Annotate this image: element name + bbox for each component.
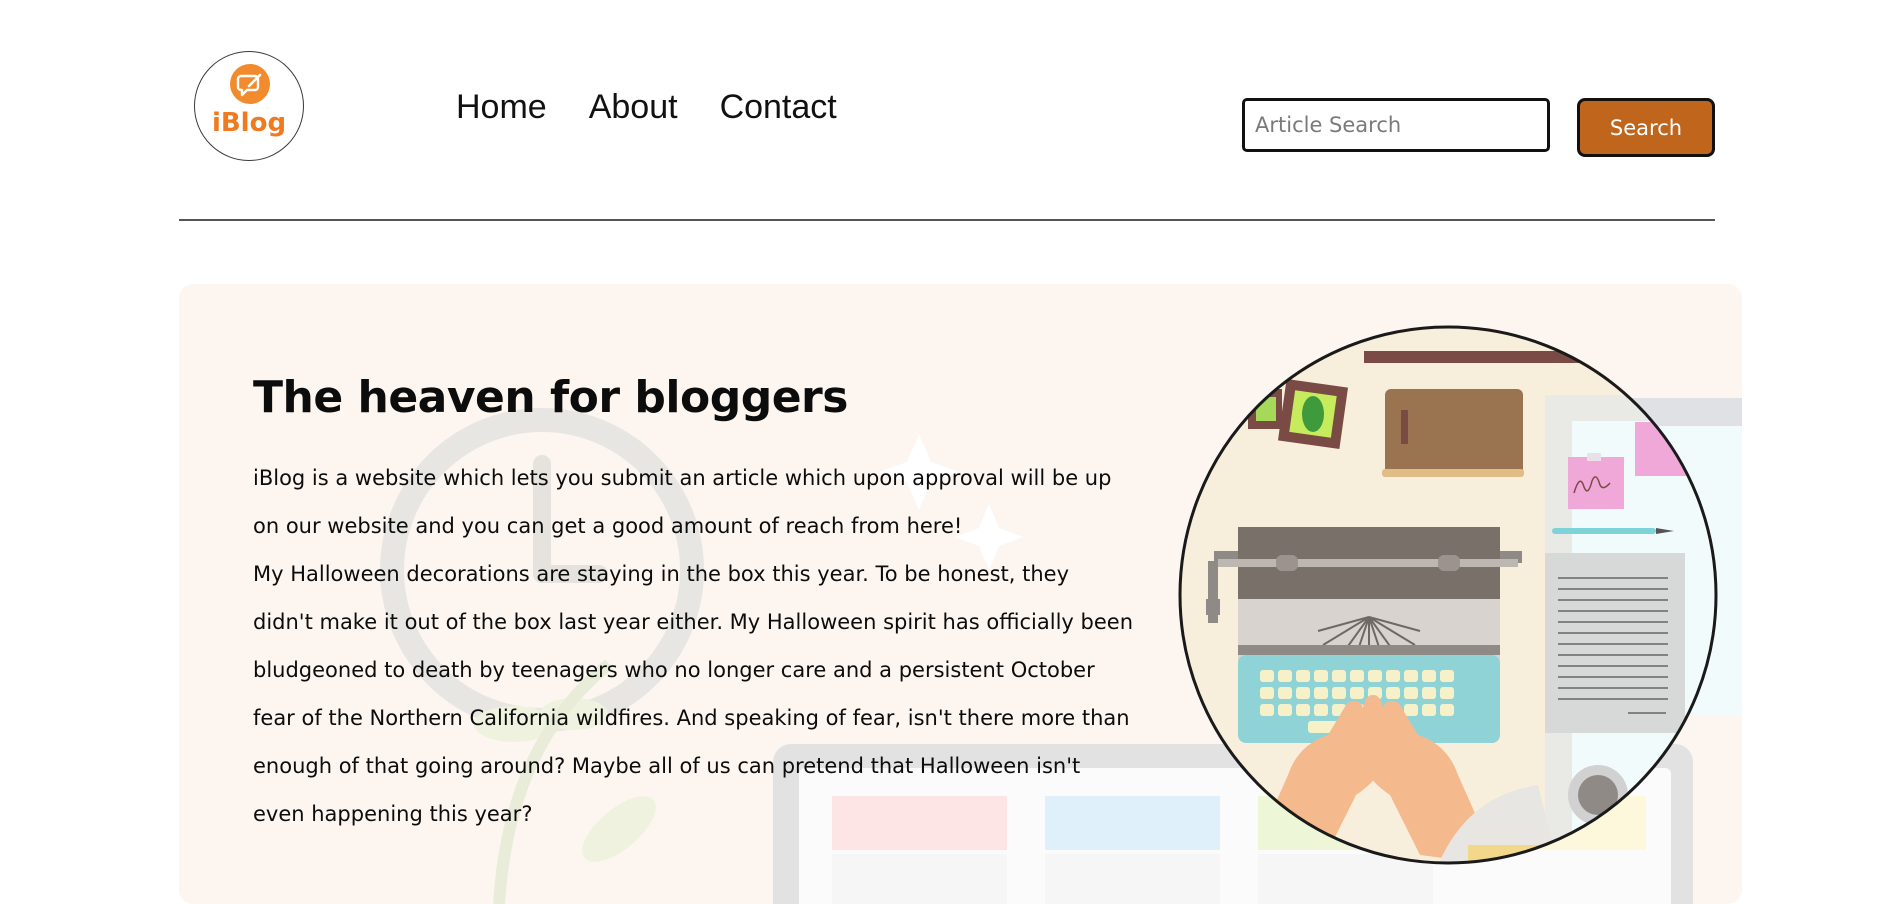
hero-intro-paragraph: iBlog is a website which lets you submit…: [253, 466, 1112, 538]
typewriter-illustration: [1178, 325, 1718, 865]
hero-text: iBlog is a website which lets you submit…: [253, 454, 1133, 838]
main-nav: Home About Contact: [456, 88, 879, 127]
logo-text: iBlog: [211, 108, 287, 138]
nav-home[interactable]: Home: [456, 88, 547, 127]
nav-about[interactable]: About: [589, 88, 678, 127]
site-header: iBlog Home About Contact Search: [0, 0, 1883, 222]
search-button[interactable]: Search: [1577, 98, 1715, 157]
search-input[interactable]: [1242, 98, 1550, 152]
chat-bubble-icon: [230, 64, 270, 104]
site-logo[interactable]: iBlog: [194, 51, 304, 161]
hero-title: The heaven for bloggers: [253, 372, 848, 423]
header-divider: [179, 219, 1715, 221]
hero-section: The heaven for bloggers iBlog is a websi…: [179, 284, 1742, 904]
nav-contact[interactable]: Contact: [720, 88, 837, 127]
hero-body-paragraph: My Halloween decorations are staying in …: [253, 562, 1134, 826]
